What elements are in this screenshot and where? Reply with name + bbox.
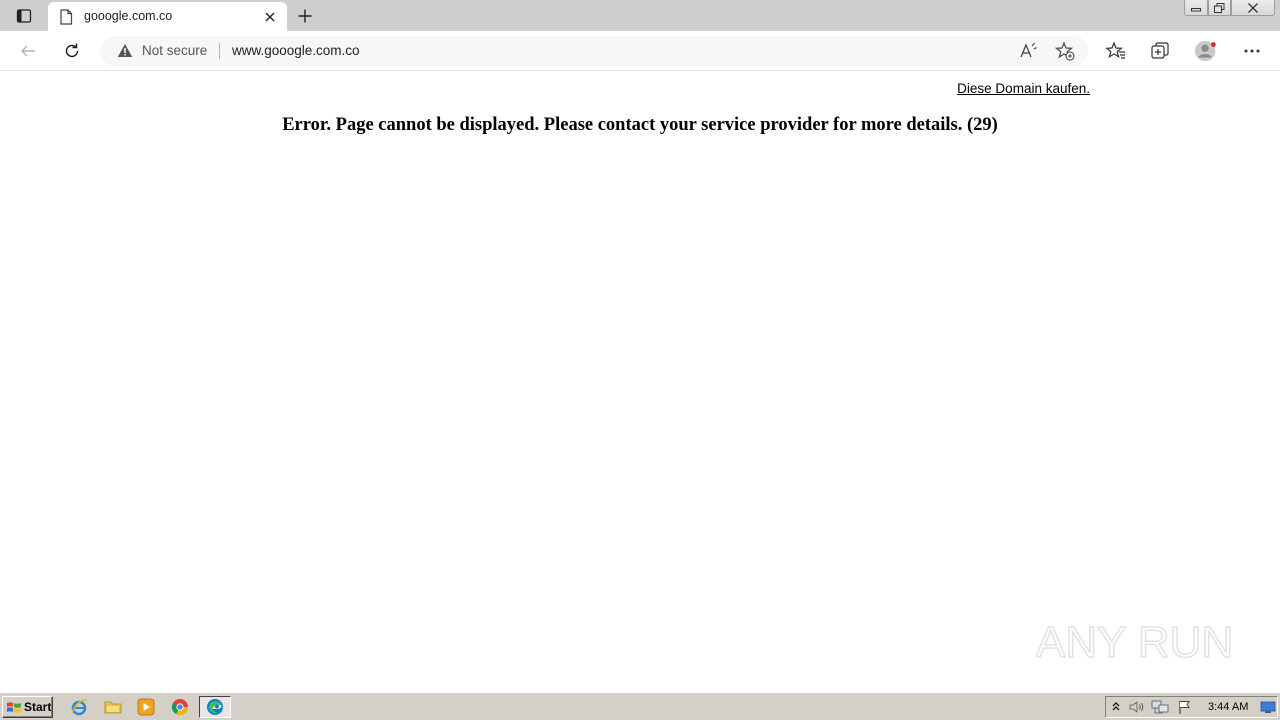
star-add-icon — [1054, 41, 1075, 61]
page-content: Diese Domain kaufen. Error. Page cannot … — [0, 71, 1280, 692]
chrome-icon — [171, 699, 189, 716]
tab-actions-icon — [16, 9, 32, 23]
taskbar-ie-button[interactable] — [70, 698, 88, 716]
refresh-button[interactable] — [60, 39, 84, 63]
tray-action-center-button[interactable] — [1176, 698, 1194, 716]
desktop-icon — [1260, 701, 1276, 713]
refresh-icon — [65, 43, 79, 58]
taskbar-explorer-button[interactable] — [104, 698, 122, 716]
taskbar-chrome-button[interactable] — [171, 698, 189, 716]
back-button[interactable] — [16, 39, 40, 63]
restore-icon — [1214, 2, 1225, 13]
error-message: Error. Page cannot be displayed. Please … — [282, 115, 998, 135]
speaker-icon — [1129, 701, 1144, 713]
taskbar-media-player-button[interactable] — [137, 698, 155, 716]
arrow-left-icon — [21, 45, 35, 57]
tray-volume-button[interactable] — [1128, 698, 1146, 716]
tab-close-button[interactable] — [262, 9, 278, 25]
add-favorite-button[interactable] — [1054, 41, 1075, 66]
start-button[interactable]: Start — [2, 696, 53, 718]
taskbar: Start 3:44 AM — [0, 692, 1280, 720]
collections-icon — [1151, 42, 1169, 59]
folder-icon — [104, 701, 122, 714]
tab-title: gooogle.com.co — [84, 9, 173, 23]
tab-active[interactable]: gooogle.com.co — [48, 2, 287, 31]
watermark-text: ANY RUN — [1036, 618, 1233, 667]
minimize-icon — [1191, 7, 1201, 11]
warning-icon — [117, 44, 133, 57]
profile-button[interactable] — [1194, 39, 1218, 63]
windows-logo-icon — [7, 701, 21, 713]
security-status[interactable]: Not secure — [142, 43, 207, 58]
anyrun-watermark: ANY RUN — [1036, 617, 1234, 668]
browser-toolbar: Not secure www.gooogle.com.co — [0, 31, 1280, 71]
close-icon — [265, 12, 275, 22]
tab-actions-button[interactable] — [8, 5, 40, 27]
taskbar-edge-button[interactable] — [199, 696, 231, 718]
read-aloud-button[interactable] — [1018, 41, 1038, 66]
collections-button[interactable] — [1148, 39, 1172, 63]
taskbar-clock[interactable]: 3:44 AM — [1208, 701, 1248, 713]
settings-menu-button[interactable] — [1240, 39, 1264, 63]
url-text[interactable]: www.gooogle.com.co — [232, 43, 360, 58]
tray-network-button[interactable] — [1151, 698, 1169, 716]
tray-show-hidden-button[interactable] — [1107, 698, 1125, 716]
address-separator — [219, 43, 220, 59]
start-label: Start — [24, 700, 52, 714]
address-bar[interactable]: Not secure www.gooogle.com.co — [100, 36, 1088, 66]
close-icon — [1248, 2, 1258, 13]
chevron-up-icon — [1112, 702, 1120, 711]
media-player-icon — [137, 698, 155, 716]
edge-icon — [207, 699, 223, 715]
flag-icon — [1179, 701, 1190, 714]
show-desktop-button[interactable] — [1259, 698, 1277, 716]
page-icon — [60, 9, 73, 25]
network-icon — [1151, 700, 1169, 714]
plus-icon — [298, 9, 312, 23]
more-icon — [1244, 49, 1260, 53]
avatar — [1194, 40, 1216, 62]
internet-explorer-icon — [71, 699, 88, 716]
tab-strip: gooogle.com.co — [0, 0, 1280, 31]
read-aloud-icon — [1020, 42, 1037, 58]
favorites-button[interactable] — [1104, 39, 1128, 63]
favorites-icon — [1106, 41, 1125, 59]
window-close-button[interactable] — [1231, 0, 1275, 16]
new-tab-button[interactable] — [294, 5, 316, 27]
buy-domain-link[interactable]: Diese Domain kaufen. — [957, 81, 1090, 96]
window-restore-button[interactable] — [1208, 0, 1231, 16]
window-minimize-button[interactable] — [1184, 0, 1208, 16]
